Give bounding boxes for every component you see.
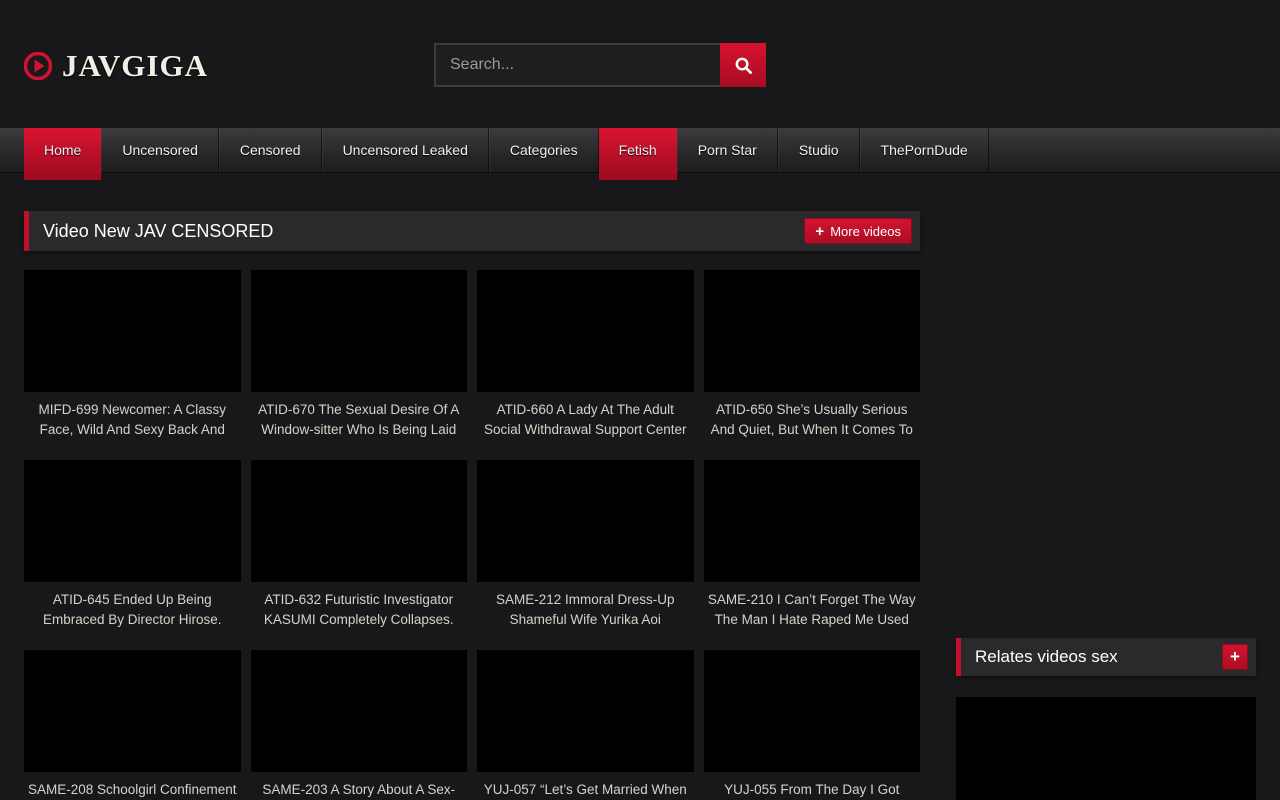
video-title: SAME-210 I Can’t Forget The Way The Man … — [704, 590, 921, 630]
video-thumbnail[interactable] — [477, 460, 694, 582]
video-thumbnail[interactable] — [704, 270, 921, 392]
video-card[interactable]: SAME-203 A Story About A Sex- — [251, 650, 468, 800]
more-videos-button[interactable]: + More videos — [804, 218, 912, 244]
main-nav: Home Uncensored Censored Uncensored Leak… — [0, 128, 1280, 173]
video-thumbnail[interactable] — [251, 270, 468, 392]
video-thumbnail[interactable] — [24, 650, 241, 772]
video-title: SAME-208 Schoolgirl Confinement — [24, 780, 241, 800]
nav-item-categories[interactable]: Categories — [489, 128, 599, 173]
video-thumbnail[interactable] — [477, 650, 694, 772]
video-title: SAME-212 Immoral Dress-Up Shameful Wife … — [477, 590, 694, 630]
search-button[interactable] — [720, 43, 766, 87]
video-title: ATID-670 The Sexual Desire Of A Window-s… — [251, 400, 468, 440]
nav-item-fetish[interactable]: Fetish — [599, 128, 677, 180]
video-title: ATID-645 Ended Up Being Embraced By Dire… — [24, 590, 241, 630]
sidebar-section-title: Relates videos sex — [961, 647, 1118, 667]
nav-item-uncensored-leaked[interactable]: Uncensored Leaked — [322, 128, 489, 173]
video-card[interactable]: YUJ-057 “Let’s Get Married When — [477, 650, 694, 800]
video-card[interactable]: ATID-660 A Lady At The Adult Social With… — [477, 270, 694, 450]
video-thumbnail[interactable] — [24, 270, 241, 392]
video-thumbnail[interactable] — [251, 650, 468, 772]
nav-item-censored[interactable]: Censored — [219, 128, 322, 173]
video-title: ATID-660 A Lady At The Adult Social With… — [477, 400, 694, 440]
logo[interactable]: JAVGIGA — [24, 48, 208, 84]
nav-item-uncensored[interactable]: Uncensored — [101, 128, 219, 173]
video-title: YUJ-057 “Let’s Get Married When — [477, 780, 694, 800]
sidebar-video-thumbnail[interactable] — [956, 697, 1256, 800]
video-card[interactable]: SAME-212 Immoral Dress-Up Shameful Wife … — [477, 460, 694, 640]
video-card[interactable]: ATID-650 She’s Usually Serious And Quiet… — [704, 270, 921, 450]
video-title: MIFD-699 Newcomer: A Classy Face, Wild A… — [24, 400, 241, 440]
video-card[interactable]: ATID-632 Futuristic Investigator KASUMI … — [251, 460, 468, 640]
video-thumbnail[interactable] — [251, 460, 468, 582]
search-input[interactable] — [436, 45, 720, 85]
video-thumbnail[interactable] — [477, 270, 694, 392]
sidebar-section-header: Relates videos sex + — [956, 638, 1256, 676]
main-section-header: Video New JAV CENSORED + More videos — [24, 211, 920, 251]
plus-icon: + — [1230, 647, 1240, 667]
video-card[interactable]: YUJ-055 From The Day I Got — [704, 650, 921, 800]
nav-item-studio[interactable]: Studio — [778, 128, 860, 173]
video-thumbnail[interactable] — [704, 650, 921, 772]
video-title: ATID-650 She’s Usually Serious And Quiet… — [704, 400, 921, 440]
video-card[interactable]: SAME-210 I Can’t Forget The Way The Man … — [704, 460, 921, 640]
video-title: YUJ-055 From The Day I Got — [704, 780, 921, 800]
site-header: JAVGIGA — [0, 0, 1280, 128]
nav-item-porn-star[interactable]: Porn Star — [677, 128, 778, 173]
more-videos-label: More videos — [830, 224, 901, 239]
search-form — [434, 43, 766, 87]
nav-item-theporndude[interactable]: ThePornDude — [860, 128, 989, 173]
video-card[interactable]: ATID-645 Ended Up Being Embraced By Dire… — [24, 460, 241, 640]
video-card[interactable]: MIFD-699 Newcomer: A Classy Face, Wild A… — [24, 270, 241, 450]
plus-icon: + — [815, 224, 824, 239]
sidebar-more-button[interactable]: + — [1222, 644, 1248, 670]
logo-text: JAVGIGA — [62, 48, 208, 84]
video-grid: MIFD-699 Newcomer: A Classy Face, Wild A… — [24, 270, 920, 800]
video-title: SAME-203 A Story About A Sex- — [251, 780, 468, 800]
play-logo-icon — [24, 52, 52, 80]
video-title: ATID-632 Futuristic Investigator KASUMI … — [251, 590, 468, 630]
video-thumbnail[interactable] — [704, 460, 921, 582]
main-section-title: Video New JAV CENSORED — [29, 221, 273, 242]
video-thumbnail[interactable] — [24, 460, 241, 582]
video-card[interactable]: ATID-670 The Sexual Desire Of A Window-s… — [251, 270, 468, 450]
nav-item-home[interactable]: Home — [24, 128, 101, 180]
video-card[interactable]: SAME-208 Schoolgirl Confinement — [24, 650, 241, 800]
search-icon — [734, 56, 753, 75]
